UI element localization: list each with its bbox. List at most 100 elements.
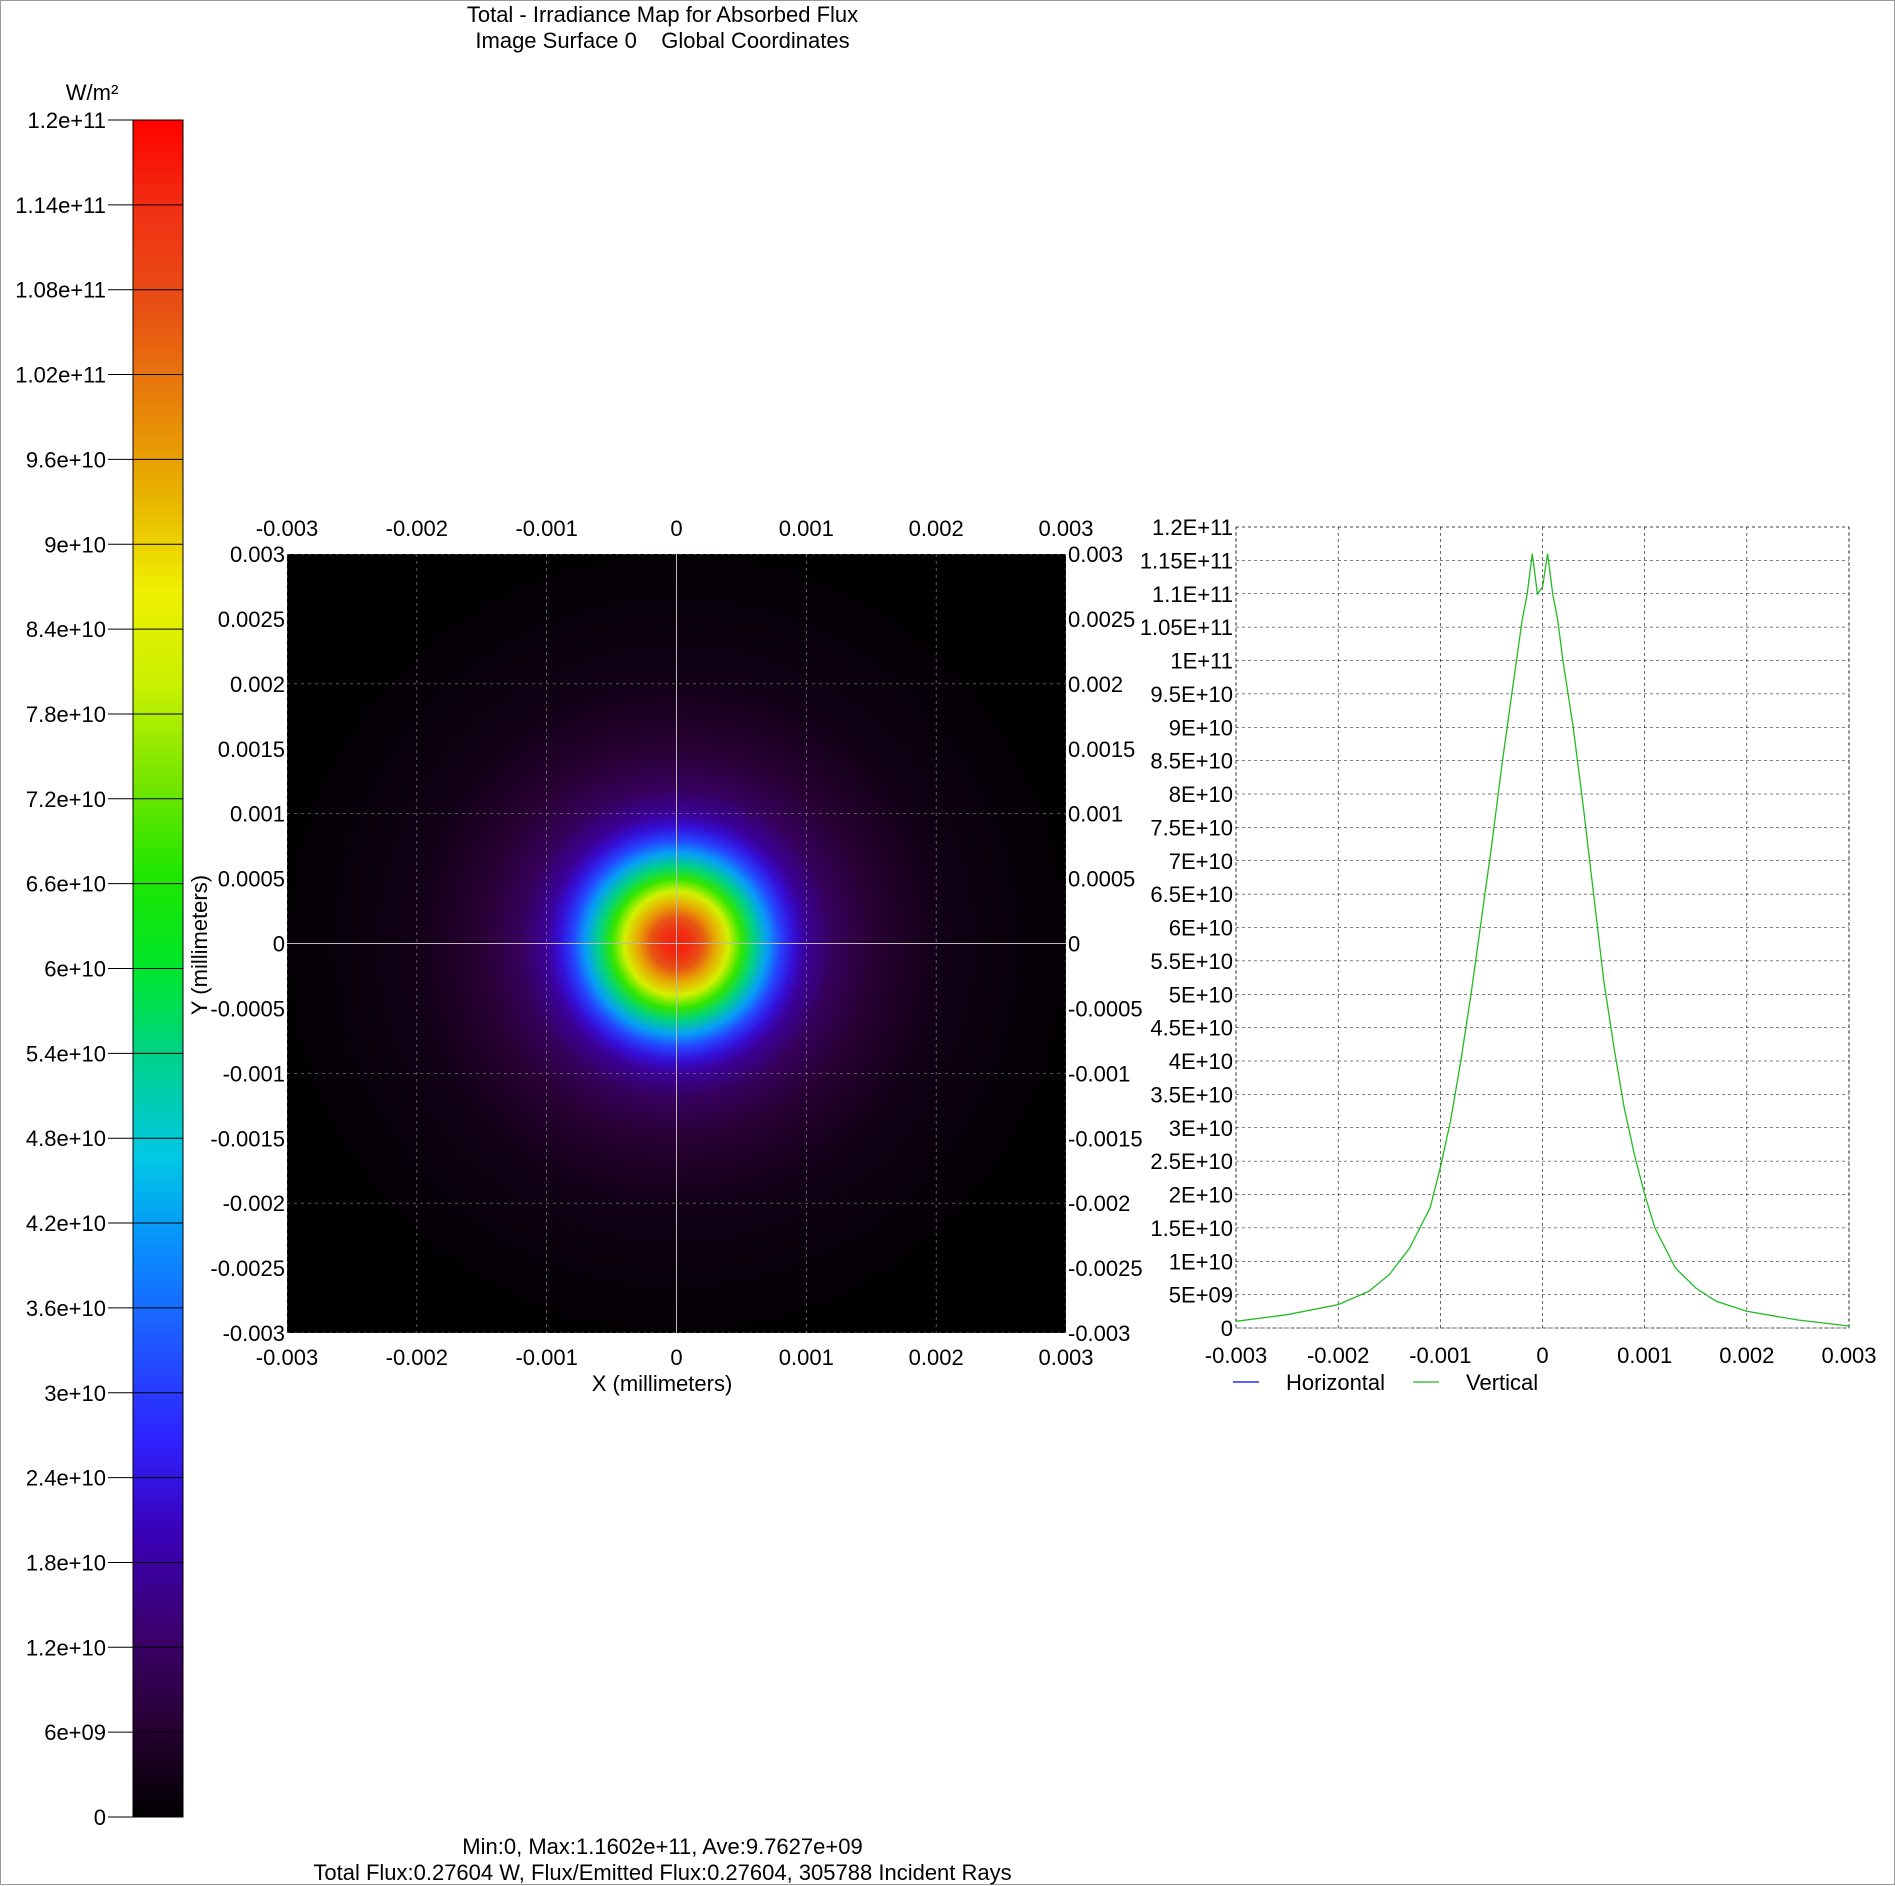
map-x-tick-label-bottom: -0.003	[256, 1345, 318, 1370]
map-y-tick-label-right: 0.002	[1068, 672, 1123, 697]
profile-y-tick-label: 3.5E+10	[1150, 1082, 1233, 1107]
profile-y-tick-label: 8.5E+10	[1150, 749, 1233, 774]
map-y-tick-label-left: 0.0005	[218, 867, 285, 892]
profile-y-tick-label: 1E+11	[1170, 649, 1233, 674]
map-y-axis-label: Y (millimeters)	[187, 875, 212, 1015]
map-x-tick-label-top: -0.001	[515, 516, 577, 541]
colorbar-tick-label: 1.2e+11	[27, 108, 106, 133]
map-y-tick-label-right: 0.001	[1068, 802, 1123, 827]
profile-y-tick-label: 5.5E+10	[1150, 949, 1233, 974]
profile-y-tick-label: 6E+10	[1169, 916, 1233, 941]
map-y-tick-label-left: 0.002	[230, 672, 285, 697]
profile-y-tick-label: 2.5E+10	[1150, 1149, 1233, 1174]
map-y-tick-label-left: 0.003	[230, 542, 285, 567]
map-x-tick-label-top: 0.001	[779, 516, 834, 541]
map-y-tick-label-right: -0.001	[1068, 1061, 1130, 1086]
profile-x-tick-label: 0.001	[1617, 1343, 1672, 1368]
profile-y-tick-label: 7E+10	[1169, 849, 1233, 874]
colorbar-tick-label: 8.4e+10	[26, 617, 106, 642]
colorbar-tick-label: 3.6e+10	[26, 1296, 106, 1321]
profile-series-vertical-line	[1235, 553, 1850, 1327]
map-y-tick-label-left: 0.001	[230, 802, 285, 827]
map-y-tick-label-right: -0.0025	[1068, 1256, 1143, 1281]
map-y-tick-label-right: 0.0025	[1068, 607, 1135, 632]
map-x-tick-label-bottom: 0	[670, 1345, 682, 1370]
profile-y-tick-label: 1.2E+11	[1152, 515, 1233, 540]
colorbar: W/m² 0 6e+09 1.2e+10 1.8e+10 2.4e+10 3e+10 3.6…	[15, 80, 184, 1830]
colorbar-tick-label: 1.02e+11	[15, 363, 106, 388]
map-y-tick-label-left: 0.0025	[218, 607, 285, 632]
colorbar-unit-label: W/m²	[66, 80, 119, 105]
colorbar-tick-label: 0	[94, 1805, 106, 1830]
profile-x-tick-label: -0.003	[1205, 1343, 1267, 1368]
map-x-tick-label-top: 0.002	[909, 516, 964, 541]
map-y-tick-label-left: -0.001	[223, 1061, 285, 1086]
colorbar-tick-label: 1.14e+11	[15, 193, 106, 218]
colorbar-tick-label: 1.2e+10	[26, 1635, 106, 1660]
colorbar-tick-label: 1.8e+10	[26, 1550, 106, 1575]
map-y-tick-label-left: -0.0005	[210, 996, 285, 1021]
map-x-tick-label-top: -0.002	[386, 516, 448, 541]
profile-y-tick-label: 9E+10	[1169, 715, 1233, 740]
profile-y-tick-label: 1.05E+11	[1140, 615, 1233, 640]
map-y-tick-label-left: -0.0025	[210, 1256, 285, 1281]
map-y-tick-label-left: -0.0015	[210, 1126, 285, 1151]
profile-y-tick-label: 1.5E+10	[1150, 1216, 1233, 1241]
map-x-tick-label-top: 0	[670, 516, 682, 541]
profile-y-tick-label: 1.1E+11	[1152, 582, 1233, 607]
profile-y-tick-label: 8E+10	[1169, 782, 1233, 807]
profile-y-tick-label: 1.15E+11	[1140, 548, 1233, 573]
colorbar-tick-label: 7.2e+10	[26, 787, 106, 812]
irradiance-map: -0.003-0.003-0.002-0.002-0.001-0.001000.…	[187, 516, 1143, 1396]
map-y-tick-label-right: -0.003	[1068, 1321, 1130, 1346]
colorbar-tick-label: 9.6e+10	[26, 447, 106, 472]
profile-y-tick-label: 4E+10	[1169, 1049, 1233, 1074]
colorbar-tick-label: 6e+10	[44, 957, 106, 982]
map-x-axis-label: X (millimeters)	[592, 1371, 733, 1396]
profile-x-tick-label: 0.003	[1821, 1343, 1876, 1368]
profile-y-tick-label: 0	[1221, 1316, 1233, 1341]
legend-label-vertical: Vertical	[1466, 1370, 1538, 1395]
map-y-tick-label-right: -0.0015	[1068, 1126, 1143, 1151]
map-x-tick-label-bottom: 0.001	[779, 1345, 834, 1370]
map-x-tick-label-bottom: 0.002	[909, 1345, 964, 1370]
profile-y-tick-label: 4.5E+10	[1150, 1016, 1233, 1041]
colorbar-tick-label: 5.4e+10	[26, 1041, 106, 1066]
map-x-tick-label-bottom: -0.001	[515, 1345, 577, 1370]
profile-y-tick-label: 2E+10	[1169, 1183, 1233, 1208]
profile-y-tick-label: 1E+10	[1169, 1249, 1233, 1274]
footer-stats: Min:0, Max:1.1602e+11, Ave:9.7627e+09	[462, 1834, 863, 1859]
colorbar-tick-label: 4.8e+10	[26, 1126, 106, 1151]
colorbar-tick-label: 7.8e+10	[26, 702, 106, 727]
legend-label-horizontal: Horizontal	[1286, 1370, 1385, 1395]
colorbar-tick-label: 6e+09	[44, 1720, 106, 1745]
map-x-tick-label-bottom: -0.002	[386, 1345, 448, 1370]
colorbar-tick-label: 2.4e+10	[26, 1466, 106, 1491]
map-y-tick-label-left: 0.0015	[218, 737, 285, 762]
footer-flux: Total Flux:0.27604 W, Flux/Emitted Flux:…	[313, 1860, 1012, 1885]
map-y-tick-label-right: 0.0005	[1068, 867, 1135, 892]
map-y-tick-label-left: -0.003	[223, 1321, 285, 1346]
map-y-tick-label-right: 0.003	[1068, 542, 1123, 567]
profile-x-tick-label: 0	[1536, 1343, 1548, 1368]
profile-x-tick-label: -0.002	[1307, 1343, 1369, 1368]
profile-x-tick-label: 0.002	[1719, 1343, 1774, 1368]
map-x-tick-label-top: -0.003	[256, 516, 318, 541]
colorbar-tick-label: 6.6e+10	[26, 872, 106, 897]
colorbar-tick-label: 3e+10	[44, 1381, 106, 1406]
irradiance-figure: W/m² 0 6e+09 1.2e+10 1.8e+10 2.4e+10 3e+10 3.6…	[15, 80, 1877, 1830]
profile-y-tick-label: 6.5E+10	[1150, 882, 1233, 907]
map-y-tick-label-left: 0	[273, 932, 285, 957]
colorbar-tick-label: 4.2e+10	[26, 1211, 106, 1236]
profile-y-tick-label: 5E+10	[1169, 982, 1233, 1007]
map-y-tick-label-right: -0.0005	[1068, 996, 1143, 1021]
profile-y-tick-label: 5E+09	[1169, 1283, 1233, 1308]
map-y-tick-label-left: -0.002	[223, 1191, 285, 1216]
profile-legend: Horizontal Vertical	[1233, 1370, 1538, 1395]
profile-plot: -0.003 -0.002 -0.001 0 0.001 0.002 0.003 0 5E+09…	[1140, 515, 1877, 1395]
map-x-tick-label-bottom: 0.003	[1038, 1345, 1093, 1370]
profile-tick-labels: -0.003 -0.002 -0.001 0 0.001 0.002 0.003 0 5E+09…	[1140, 515, 1877, 1368]
map-y-tick-label-right: 0	[1068, 932, 1080, 957]
profile-x-tick-label: -0.001	[1409, 1343, 1471, 1368]
profile-y-tick-label: 9.5E+10	[1150, 682, 1233, 707]
